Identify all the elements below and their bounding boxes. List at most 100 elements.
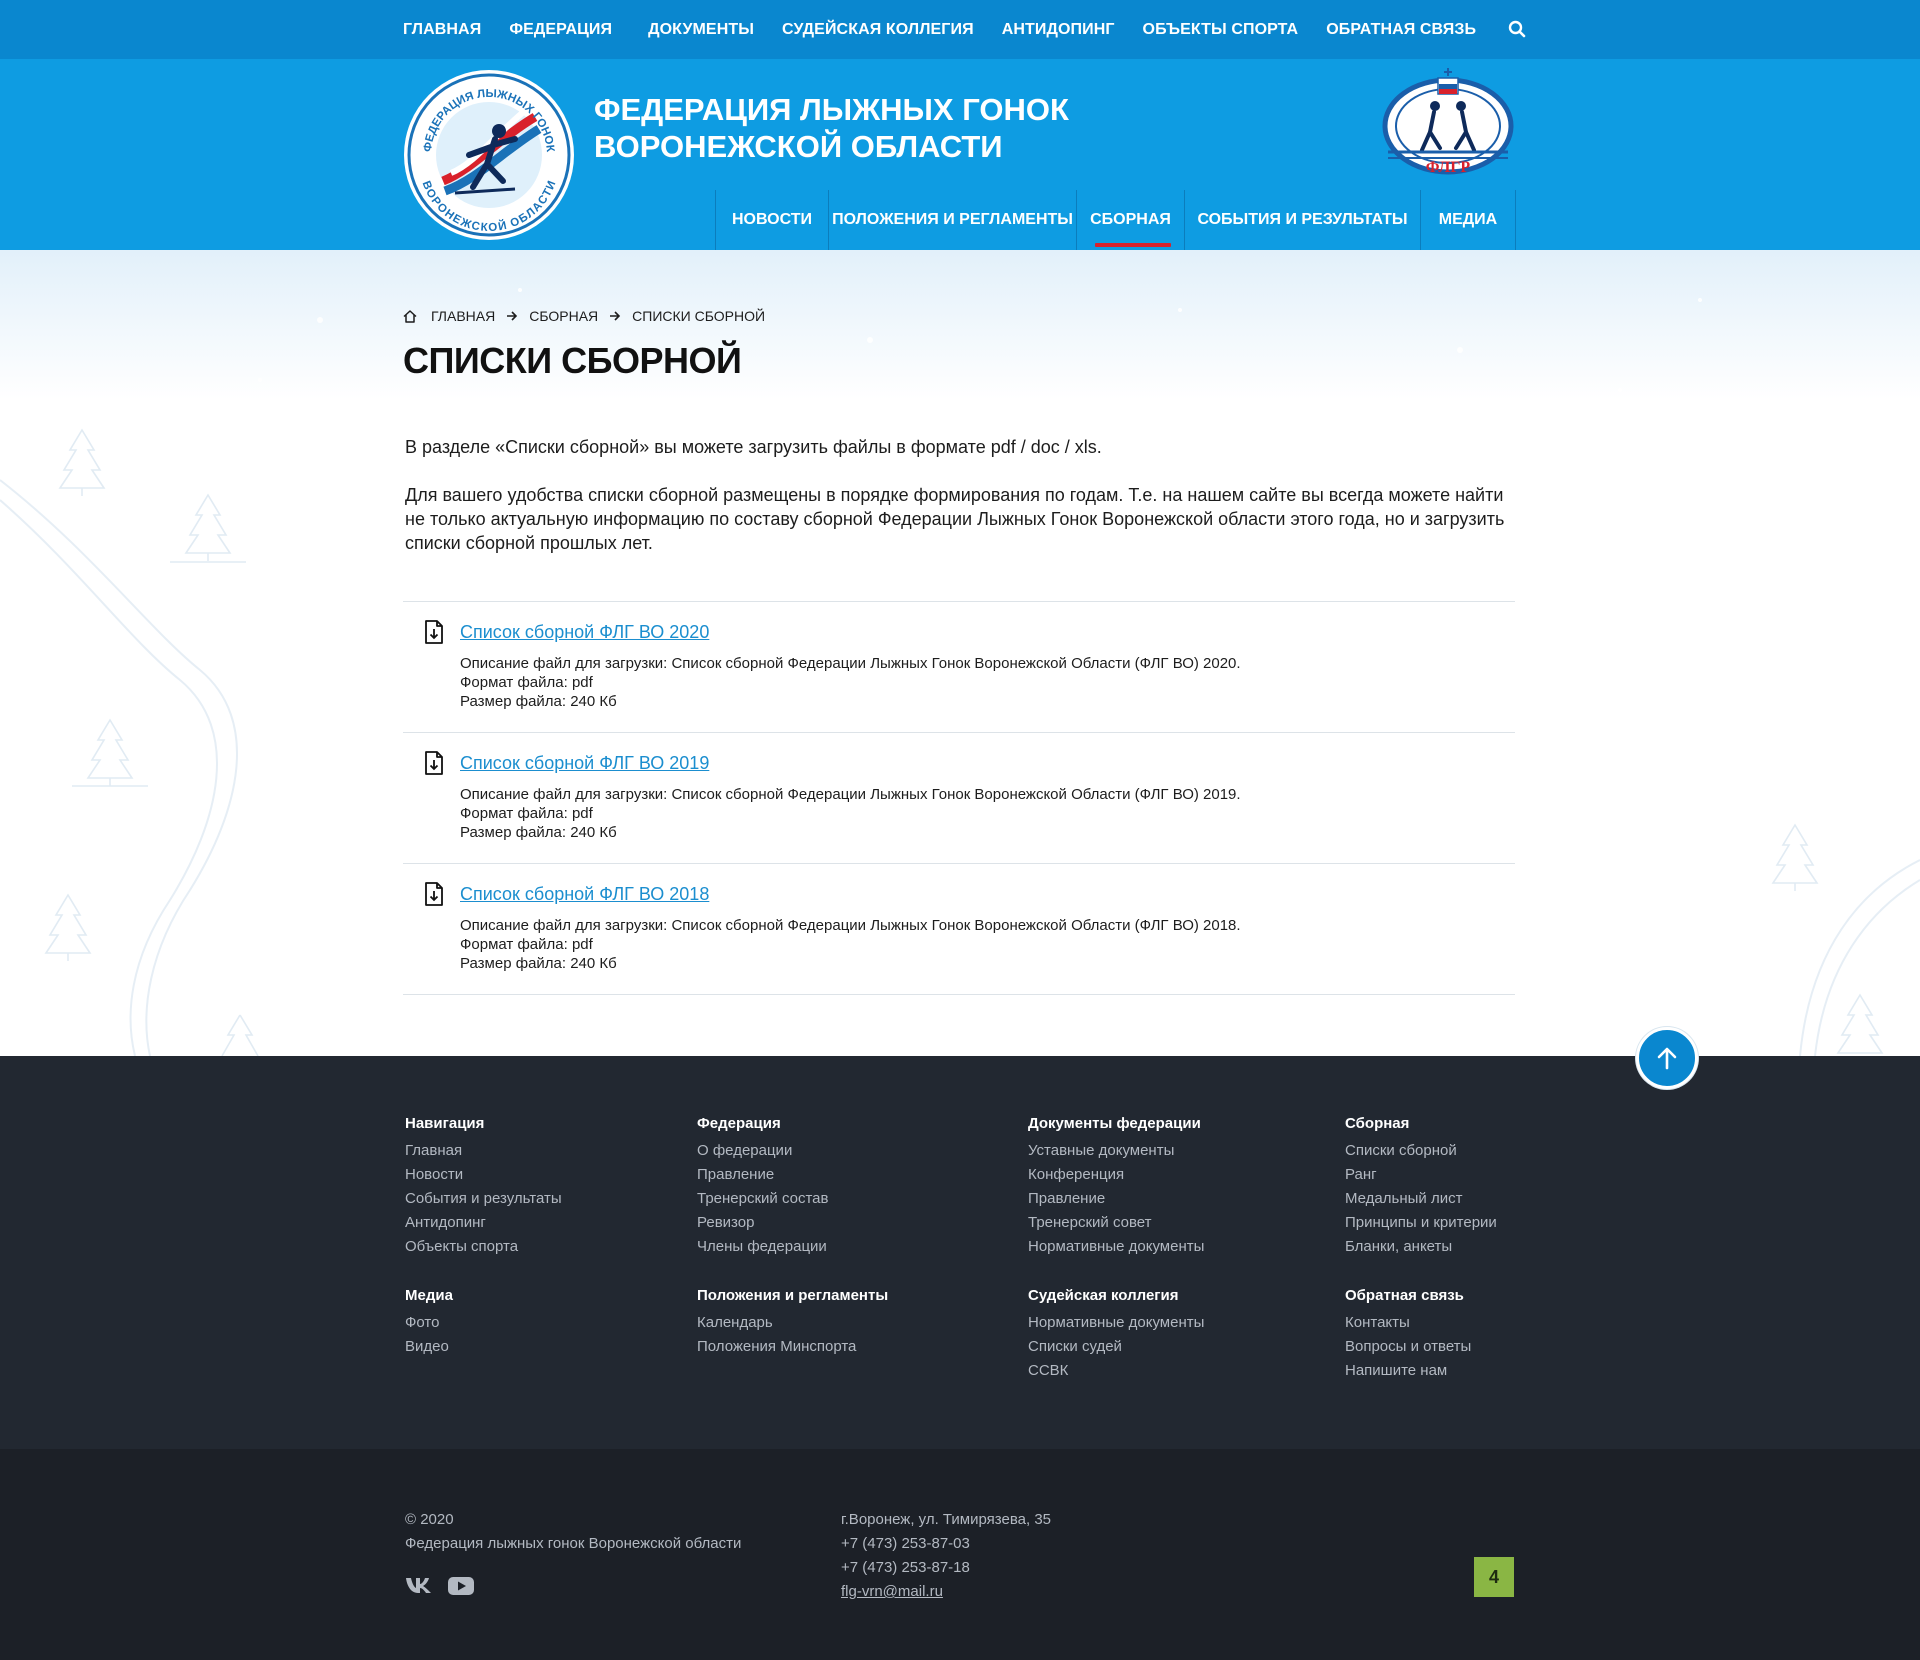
- file-link[interactable]: Список сборной ФЛГ ВО 2020: [460, 622, 709, 643]
- file-format: Формат файла: pdf: [460, 805, 593, 822]
- footer-link[interactable]: Нормативные документы: [1028, 1235, 1204, 1259]
- intro-text: В разделе «Списки сборной» вы можете заг…: [405, 435, 1515, 555]
- footer: [0, 1056, 1920, 1449]
- main-nav-team[interactable]: Сборная: [1077, 190, 1185, 250]
- file-description: Описание файл для загрузки: Список сборн…: [460, 655, 1241, 672]
- arrow-right-icon: [506, 310, 518, 322]
- contacts: г.Воронеж, ул. Тимирязева, 35 +7 (473) 2…: [841, 1508, 1051, 1604]
- footer-link[interactable]: Ранг: [1345, 1163, 1497, 1187]
- youtube-icon[interactable]: [447, 1576, 475, 1601]
- footer-column-title: Навигация: [405, 1115, 485, 1132]
- footer-link[interactable]: О федерации: [697, 1139, 828, 1163]
- file-format: Формат файла: pdf: [460, 674, 593, 691]
- visitor-counter[interactable]: 4: [1474, 1557, 1514, 1597]
- footer-link[interactable]: Бланки, анкеты: [1345, 1235, 1497, 1259]
- footer-column-title: Медиа: [405, 1287, 453, 1304]
- footer-link[interactable]: Объекты спорта: [405, 1235, 562, 1259]
- file-item: Список сборной ФЛГ ВО 2019 Описание файл…: [403, 733, 1515, 864]
- top-nav-documents[interactable]: Документы: [648, 21, 754, 39]
- top-nav-judges[interactable]: Судейская коллегия: [782, 21, 974, 39]
- site-title[interactable]: Федерация лыжных гонок Воронежской облас…: [594, 91, 1114, 165]
- file-size: Размер файла: 240 Кб: [460, 955, 617, 972]
- breadcrumb-team[interactable]: Сборная: [529, 308, 598, 324]
- email-link[interactable]: flg-vrn@mail.ru: [841, 1583, 943, 1600]
- flgr-logo[interactable]: ФЛГР: [1382, 68, 1514, 180]
- main-nav-regulations[interactable]: Положения и регламенты: [829, 190, 1077, 250]
- footer-link[interactable]: Новости: [405, 1163, 562, 1187]
- main-nav-news[interactable]: Новости: [716, 190, 829, 250]
- file-download-icon[interactable]: [424, 882, 444, 911]
- top-nav: Главная Федерация Документы Судейская ко…: [403, 0, 1528, 59]
- file-item: Список сборной ФЛГ ВО 2018 Описание файл…: [403, 864, 1515, 995]
- footer-link[interactable]: Ревизор: [697, 1211, 828, 1235]
- search-icon[interactable]: [1508, 20, 1528, 40]
- site-title-line2: Воронежской области: [594, 129, 1003, 164]
- top-nav-feedback[interactable]: Обратная связь: [1326, 21, 1476, 39]
- footer-link[interactable]: Положения Минспорта: [697, 1335, 888, 1359]
- address: г.Воронеж, ул. Тимирязева, 35: [841, 1511, 1052, 1528]
- intro-paragraph: Для вашего удобства списки сборной разме…: [405, 485, 1505, 553]
- footer-link[interactable]: Уставные документы: [1028, 1139, 1204, 1163]
- footer-column-title: Судейская коллегия: [1028, 1287, 1179, 1304]
- file-size: Размер файла: 240 Кб: [460, 824, 617, 841]
- top-nav-federation[interactable]: Федерация: [509, 21, 612, 39]
- footer-column-title: Документы федерации: [1028, 1115, 1201, 1132]
- scroll-to-top-button[interactable]: [1636, 1027, 1698, 1089]
- footer-link[interactable]: Принципы и критерии: [1345, 1211, 1497, 1235]
- breadcrumb-main[interactable]: Главная: [431, 308, 495, 324]
- copyright-org: Федерация лыжных гонок Воронежской облас…: [405, 1535, 742, 1552]
- file-size: Размер файла: 240 Кб: [460, 693, 617, 710]
- footer-column-title: Положения и регламенты: [697, 1287, 889, 1304]
- social-links: [405, 1576, 475, 1601]
- footer-link[interactable]: Конференция: [1028, 1163, 1204, 1187]
- footer-link[interactable]: Правление: [1028, 1187, 1204, 1211]
- arrow-right-icon: [609, 310, 621, 322]
- intro-paragraph: В разделе «Списки сборной» вы можете заг…: [405, 437, 1102, 457]
- site-title-line1: Федерация лыжных гонок: [594, 92, 1069, 127]
- breadcrumb-current: Списки сборной: [632, 308, 766, 324]
- federation-logo[interactable]: ФЕДЕРАЦИЯ ЛЫЖНЫХ ГОНОК ВОРОНЕЖСКОЙ ОБЛАС…: [403, 69, 575, 241]
- home-icon[interactable]: [403, 309, 417, 323]
- top-nav-antidoping[interactable]: Антидопинг: [1002, 21, 1115, 39]
- main-nav-events[interactable]: События и результаты: [1185, 190, 1421, 250]
- footer-column-judges: Судейская коллегия Нормативные документы…: [1028, 1287, 1204, 1383]
- top-bar: Главная Федерация Документы Судейская ко…: [0, 0, 1920, 59]
- footer-link[interactable]: Тренерский совет: [1028, 1211, 1204, 1235]
- phone[interactable]: +7 (473) 253-87-18: [841, 1556, 1051, 1580]
- footer-link[interactable]: Тренерский состав: [697, 1187, 828, 1211]
- footer-link[interactable]: Антидопинг: [405, 1211, 562, 1235]
- footer-link[interactable]: Напишите нам: [1345, 1359, 1471, 1383]
- file-description: Описание файл для загрузки: Список сборн…: [460, 786, 1241, 803]
- file-link[interactable]: Список сборной ФЛГ ВО 2018: [460, 884, 709, 905]
- file-meta: Описание файл для загрузки: Список сборн…: [460, 654, 1241, 711]
- phone[interactable]: +7 (473) 253-87-03: [841, 1532, 1051, 1556]
- footer-link[interactable]: Списки сборной: [1345, 1139, 1497, 1163]
- footer-link[interactable]: Списки судей: [1028, 1335, 1204, 1359]
- footer-column-federation: Федерация О федерации Правление Тренерск…: [697, 1115, 828, 1259]
- file-meta: Описание файл для загрузки: Список сборн…: [460, 785, 1241, 842]
- footer-column-title: Сборная: [1345, 1115, 1410, 1132]
- main-nav-media[interactable]: Медиа: [1421, 190, 1516, 250]
- footer-link[interactable]: Календарь: [697, 1311, 888, 1335]
- breadcrumb: Главная Сборная Списки сборной: [403, 306, 765, 326]
- file-link[interactable]: Список сборной ФЛГ ВО 2019: [460, 753, 709, 774]
- file-download-icon[interactable]: [424, 620, 444, 649]
- footer-link[interactable]: Видео: [405, 1335, 453, 1359]
- arrow-up-icon: [1657, 1047, 1677, 1070]
- file-download-icon[interactable]: [424, 751, 444, 780]
- footer-link[interactable]: Фото: [405, 1311, 453, 1335]
- footer-link[interactable]: Контакты: [1345, 1311, 1471, 1335]
- footer-link[interactable]: СCВК: [1028, 1359, 1204, 1383]
- footer-link[interactable]: Главная: [405, 1139, 562, 1163]
- footer-link[interactable]: События и результаты: [405, 1187, 562, 1211]
- file-list: Список сборной ФЛГ ВО 2020 Описание файл…: [403, 601, 1515, 995]
- footer-link[interactable]: Медальный лист: [1345, 1187, 1497, 1211]
- top-nav-main[interactable]: Главная: [403, 21, 481, 39]
- copyright-year: © 2020: [405, 1511, 454, 1528]
- footer-link[interactable]: Нормативные документы: [1028, 1311, 1204, 1335]
- footer-link[interactable]: Правление: [697, 1163, 828, 1187]
- top-nav-facilities[interactable]: Объекты спорта: [1143, 21, 1299, 39]
- footer-link[interactable]: Вопросы и ответы: [1345, 1335, 1471, 1359]
- footer-link[interactable]: Члены федерации: [697, 1235, 828, 1259]
- vk-icon[interactable]: [405, 1576, 433, 1601]
